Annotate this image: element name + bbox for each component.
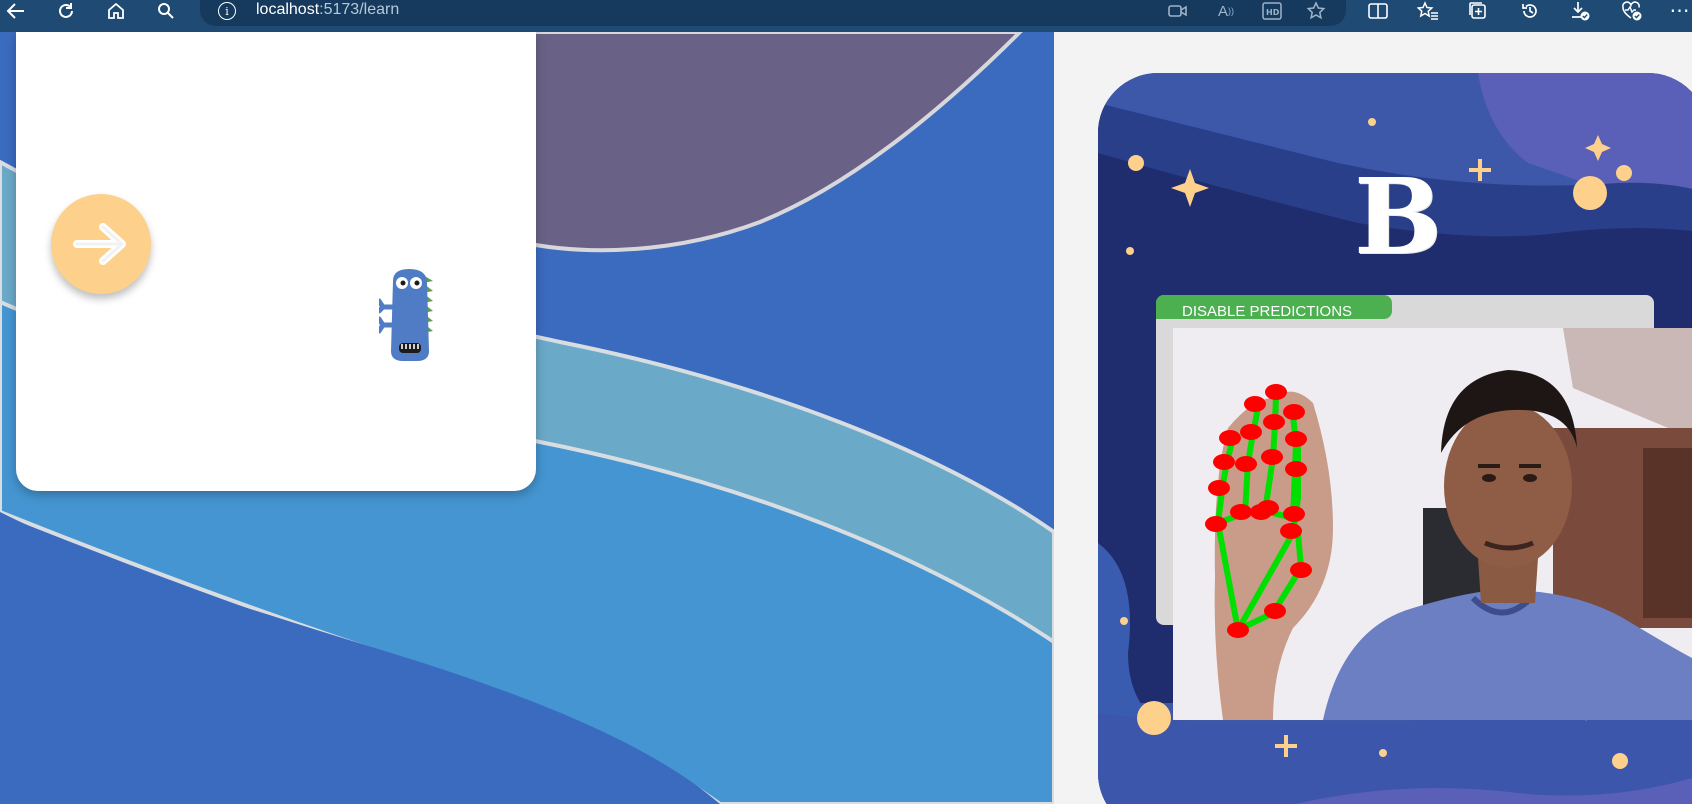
read-aloud-icon[interactable]: A)) (1212, 0, 1240, 22)
collections-icon[interactable] (1464, 0, 1492, 22)
history-icon[interactable] (1516, 0, 1544, 22)
favorites-icon[interactable] (1414, 0, 1442, 22)
downloads-icon[interactable] (1566, 0, 1594, 22)
hd-icon[interactable]: HD (1258, 0, 1286, 22)
svg-text:HD: HD (1266, 8, 1280, 17)
url-path: :5173/learn (319, 1, 400, 18)
webcam-image (1173, 328, 1692, 720)
video-icon[interactable] (1164, 0, 1192, 22)
reload-icon[interactable] (52, 0, 80, 22)
address-bar[interactable]: i localhost:5173/learn A)) HD (200, 0, 1346, 26)
search-icon[interactable] (152, 0, 180, 22)
webcam-feed (1173, 328, 1692, 720)
next-button[interactable] (51, 194, 151, 294)
lesson-card (16, 32, 536, 491)
learn-page-left (0, 32, 1054, 804)
url-text[interactable]: localhost:5173/learn (256, 1, 399, 19)
back-icon[interactable] (2, 0, 30, 22)
url-host: localhost (256, 1, 320, 18)
browser-essentials-icon[interactable] (1618, 0, 1646, 22)
info-icon[interactable]: i (218, 2, 236, 20)
home-icon[interactable] (102, 0, 130, 22)
current-letter: B (1354, 155, 1442, 278)
monster-mascot-icon (379, 269, 433, 361)
browser-toolbar: i localhost:5173/learn A)) HD ⋯ (0, 0, 1692, 32)
favorite-star-icon[interactable] (1302, 0, 1330, 22)
arrow-right-icon (73, 223, 126, 265)
split-screen-icon[interactable] (1364, 0, 1392, 22)
more-icon[interactable]: ⋯ (1666, 0, 1692, 22)
disable-predictions-button[interactable]: DISABLE PREDICTIONS (1156, 295, 1392, 319)
